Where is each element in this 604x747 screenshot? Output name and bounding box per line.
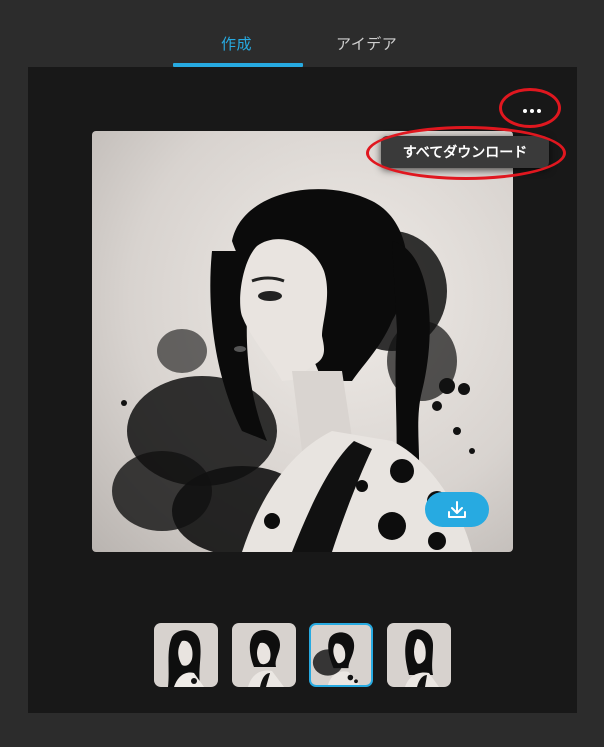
download-all-label: すべてダウンロード	[402, 145, 528, 161]
thumbnail-4[interactable]	[387, 623, 451, 687]
more-options-button[interactable]	[513, 97, 551, 125]
generated-image-preview[interactable]	[92, 131, 513, 552]
thumbnail-image	[405, 629, 439, 687]
thumbnail-image	[248, 630, 284, 687]
download-icon	[448, 500, 466, 518]
thumbnail-image	[312, 632, 360, 685]
download-button[interactable]	[425, 492, 489, 527]
tab-bar: 作成 アイデア	[0, 0, 604, 68]
tab-create[interactable]: 作成	[221, 33, 252, 54]
thumbnail-image	[168, 630, 204, 687]
ellipsis-icon	[522, 109, 543, 113]
tab-ideas[interactable]: アイデア	[336, 33, 397, 54]
thumbnail-3-selected[interactable]	[309, 623, 373, 687]
download-all-menu-item[interactable]: すべてダウンロード	[381, 136, 549, 168]
thumbnail-1[interactable]	[154, 623, 218, 687]
portrait-illustration	[112, 189, 475, 552]
thumbnail-2[interactable]	[232, 623, 296, 687]
